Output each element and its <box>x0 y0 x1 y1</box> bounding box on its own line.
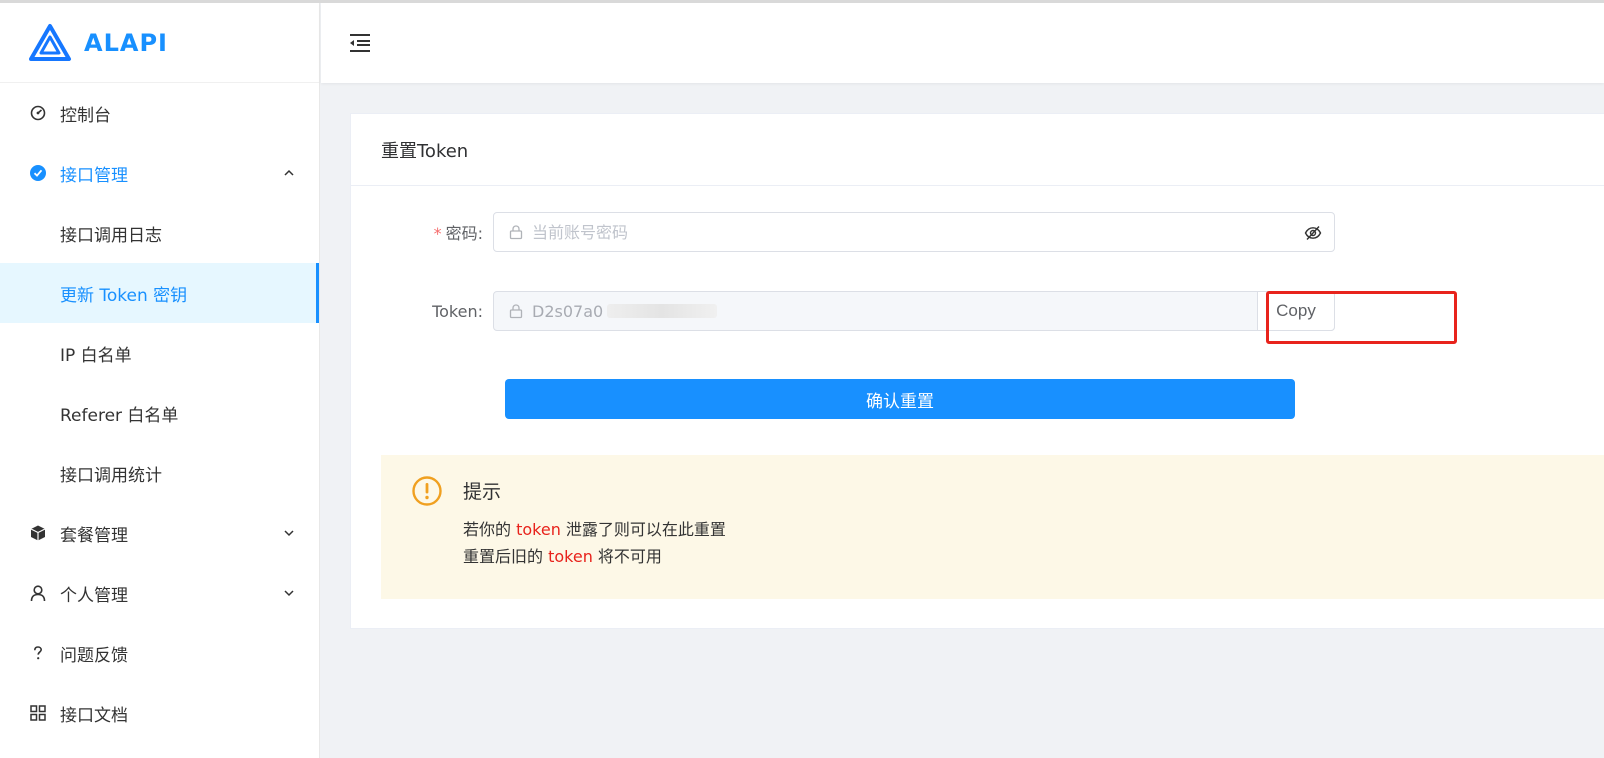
window-top-border <box>0 0 1604 3</box>
question-icon <box>28 643 48 663</box>
brand-name: ALAPI <box>84 28 168 57</box>
sidebar-item-dashboard[interactable]: 控制台 <box>0 83 319 143</box>
sidebar-item-api-management[interactable]: 接口管理 <box>0 143 319 203</box>
warning-icon <box>412 476 442 506</box>
sidebar-subitem-ip-whitelist[interactable]: IP 白名单 <box>0 323 319 383</box>
password-label: * 密码: <box>433 224 483 243</box>
lock-icon <box>509 225 523 240</box>
sidebar-subitem-referer-whitelist[interactable]: Referer 白名单 <box>0 383 319 443</box>
menu-fold-icon[interactable] <box>347 31 373 55</box>
user-icon <box>28 583 48 603</box>
sidebar-item-feedback[interactable]: 问题反馈 <box>0 623 319 683</box>
tip-alert: 提示 若你的 token 泄露了则可以在此重置 重置后旧的 token 将不可用 <box>381 455 1604 599</box>
cube-icon <box>28 523 48 543</box>
card-title: 重置Token <box>351 114 1604 186</box>
chevron-down-icon <box>284 590 294 597</box>
password-input[interactable] <box>532 222 1334 242</box>
dashboard-icon <box>28 103 48 123</box>
alert-title: 提示 <box>463 481 502 503</box>
sidebar-item-label: 套餐管理 <box>60 525 128 546</box>
sidebar-subitem-call-log[interactable]: 接口调用日志 <box>0 203 319 263</box>
lock-icon <box>509 304 523 319</box>
alapi-logo-icon <box>29 23 71 61</box>
sidebar-item-label: 接口管理 <box>60 165 128 186</box>
token-value[interactable]: D2s07a0 <box>532 302 603 321</box>
alert-line-2: 重置后旧的 token 将不可用 <box>463 547 662 566</box>
sidebar-item-label: 控制台 <box>60 105 111 126</box>
sidebar-item-api-docs[interactable]: 接口文档 <box>0 683 319 743</box>
chevron-down-icon <box>284 530 294 537</box>
token-field-wrapper: D2s07a0 Copy <box>493 291 1335 331</box>
check-circle-icon <box>28 163 48 183</box>
token-row: Token: D2s07a0 Copy <box>351 291 1335 331</box>
sidebar-item-label: 接口文档 <box>60 705 128 726</box>
reset-token-card: 重置Token * 密码: Token: D2s07a0 Copy 确认重置 提示… <box>350 113 1604 629</box>
eye-hidden-icon[interactable] <box>1304 224 1322 242</box>
sidebar-subitem-update-token[interactable]: 更新 Token 密钥 <box>0 263 319 323</box>
sidebar-item-label: 问题反馈 <box>60 645 128 666</box>
token-redacted-blur <box>607 304 718 318</box>
password-field-wrapper <box>493 212 1335 252</box>
logo[interactable]: ALAPI <box>0 3 319 83</box>
password-row: * 密码: <box>351 212 1335 252</box>
grid-icon <box>28 703 48 723</box>
confirm-reset-button[interactable]: 确认重置 <box>505 379 1295 419</box>
sidebar-item-package-management[interactable]: 套餐管理 <box>0 503 319 563</box>
alert-line-1: 若你的 token 泄露了则可以在此重置 <box>463 520 726 539</box>
sidebar-item-personal-management[interactable]: 个人管理 <box>0 563 319 623</box>
required-mark: * <box>433 224 442 243</box>
sidebar: ALAPI 控制台 接口管理 接口调用日志 更新 Token 密钥 IP 白名单… <box>0 3 320 758</box>
copy-button[interactable]: Copy <box>1257 291 1335 331</box>
top-header <box>321 3 1604 83</box>
sidebar-subitem-call-stats[interactable]: 接口调用统计 <box>0 443 319 503</box>
sidebar-item-label: 个人管理 <box>60 585 128 606</box>
token-label: Token: <box>432 301 483 321</box>
chevron-up-icon <box>284 169 294 176</box>
